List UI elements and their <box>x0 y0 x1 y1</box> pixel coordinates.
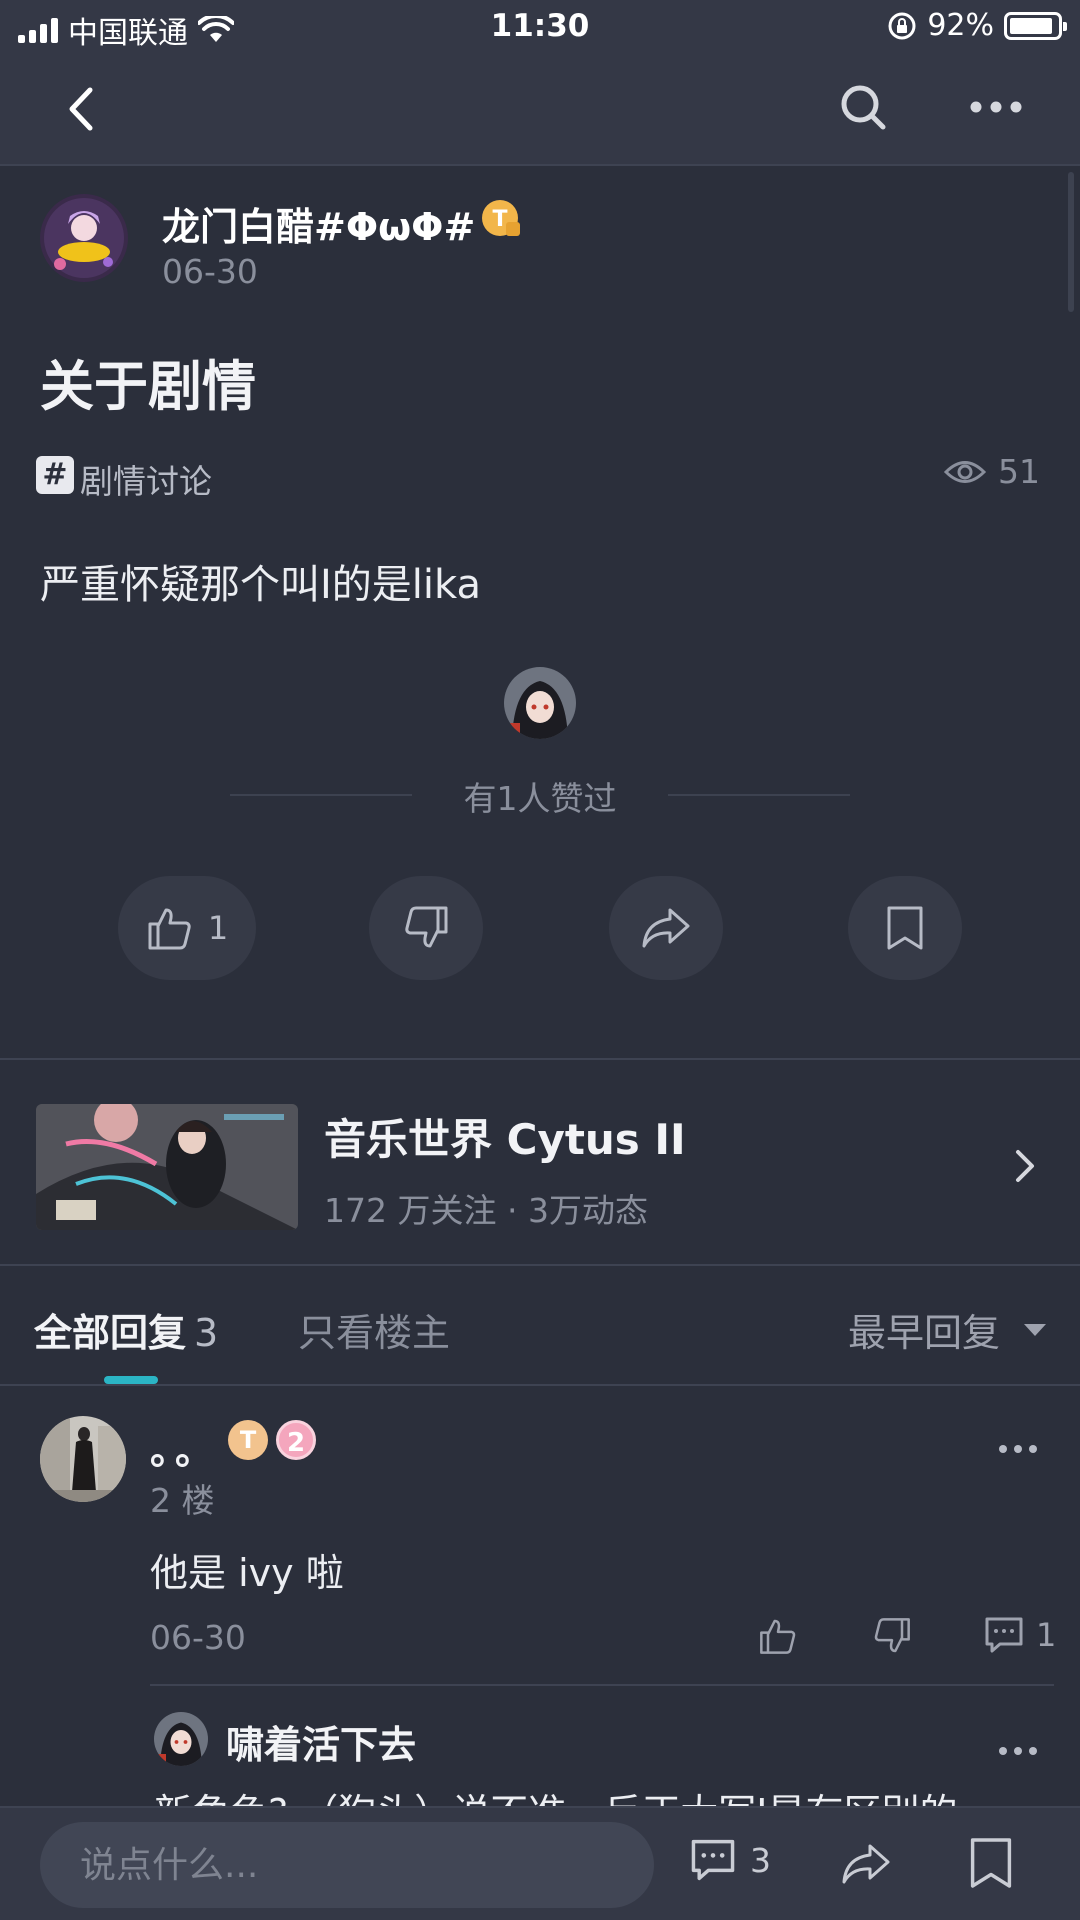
caret-down-icon <box>1024 1323 1046 1336</box>
author-name[interactable]: 龙门白醋#ΦωΦ# <box>162 196 475 251</box>
tab-all-count: 3 <box>194 1311 219 1355</box>
sub-reply-divider <box>150 1684 1054 1686</box>
thumbs-up-icon[interactable] <box>758 1616 798 1656</box>
share-button[interactable] <box>609 876 723 980</box>
thumbs-down-icon[interactable] <box>872 1616 912 1656</box>
game-stats: 172 万关注 · 3万动态 <box>324 1191 648 1230</box>
reply-author-name[interactable]: 。。 <box>150 1420 219 1475</box>
share-icon <box>642 908 690 948</box>
tab-all-label: 全部回复 <box>34 1311 187 1355</box>
reply-floor: 2 楼 <box>150 1481 215 1520</box>
rotation-lock-icon <box>888 12 916 39</box>
tab-active-indicator <box>104 1376 158 1384</box>
status-bar: 中国联通 11:30 92% <box>0 0 1080 56</box>
bookmark-button[interactable] <box>848 876 962 980</box>
bottom-bar: 3 <box>0 1806 1080 1920</box>
battery-percent: 92% <box>927 8 994 43</box>
liker-avatar[interactable] <box>504 667 576 739</box>
view-count: 51 <box>944 452 1040 491</box>
dislike-button[interactable] <box>369 876 483 980</box>
comment-icon <box>691 1839 735 1881</box>
like-count: 1 <box>207 909 229 947</box>
chevron-right-icon[interactable] <box>1014 1146 1038 1186</box>
scroll-indicator <box>1068 172 1074 312</box>
game-cover-image[interactable] <box>36 1104 298 1230</box>
tab-op-only[interactable]: 只看楼主 <box>298 1302 450 1357</box>
more-icon[interactable] <box>996 1434 1040 1464</box>
reply-avatar[interactable] <box>40 1416 126 1502</box>
sort-label: 最早回复 <box>847 1311 1000 1355</box>
view-count-value: 51 <box>998 452 1040 491</box>
thumbs-up-icon <box>148 908 191 950</box>
section-divider <box>0 1264 1080 1266</box>
share-icon[interactable] <box>840 1838 892 1890</box>
bookmark-icon[interactable] <box>968 1836 1014 1890</box>
comment-icon <box>985 1617 1023 1653</box>
search-icon[interactable] <box>838 82 888 132</box>
reply-comment-button[interactable]: 1 <box>984 1616 1056 1654</box>
eye-icon <box>944 460 986 483</box>
reply-date: 06-30 <box>150 1618 246 1657</box>
like-button[interactable]: 1 <box>118 876 256 980</box>
game-name[interactable]: 音乐世界 Cytus II <box>324 1106 686 1167</box>
liked-by-label: 有1人赞过 <box>463 779 617 818</box>
section-divider <box>0 1384 1080 1386</box>
reply-text: 他是 ivy 啦 <box>150 1551 344 1595</box>
reply-comment-count: 1 <box>1036 1616 1057 1654</box>
more-icon[interactable] <box>966 82 1026 132</box>
tap-badge-icon: T <box>482 200 520 236</box>
svg-text:T: T <box>492 207 507 232</box>
topic-tag[interactable]: 剧情讨论 <box>80 455 212 503</box>
bookmark-icon <box>887 906 923 950</box>
sort-dropdown[interactable]: 最早回复 <box>848 1302 1046 1357</box>
post-title: 关于剧情 <box>40 355 256 418</box>
author-avatar[interactable] <box>40 194 128 282</box>
tab-all-replies[interactable]: 全部回复 3 <box>34 1302 218 1357</box>
nav-bar <box>0 56 1080 166</box>
status-right: 92% <box>887 8 1067 43</box>
thumbs-down-icon <box>405 906 448 948</box>
sub-reply-avatar[interactable] <box>154 1712 208 1766</box>
comments-button[interactable]: 3 <box>690 1838 771 1882</box>
level-badge: 2 <box>276 1420 316 1460</box>
battery-icon <box>1004 11 1067 40</box>
sub-reply-author[interactable]: 啸着活下去 <box>226 1714 416 1769</box>
comment-input[interactable] <box>40 1822 654 1908</box>
comments-count: 3 <box>750 1840 771 1880</box>
section-divider <box>0 1058 1080 1060</box>
back-icon[interactable] <box>58 84 108 134</box>
more-icon[interactable] <box>996 1736 1040 1766</box>
post-date: 06-30 <box>162 252 258 291</box>
hashtag-icon[interactable]: # <box>36 456 74 494</box>
post-body: 严重怀疑那个叫I的是lika <box>40 562 481 608</box>
tap-badge-icon: T <box>228 1420 268 1460</box>
